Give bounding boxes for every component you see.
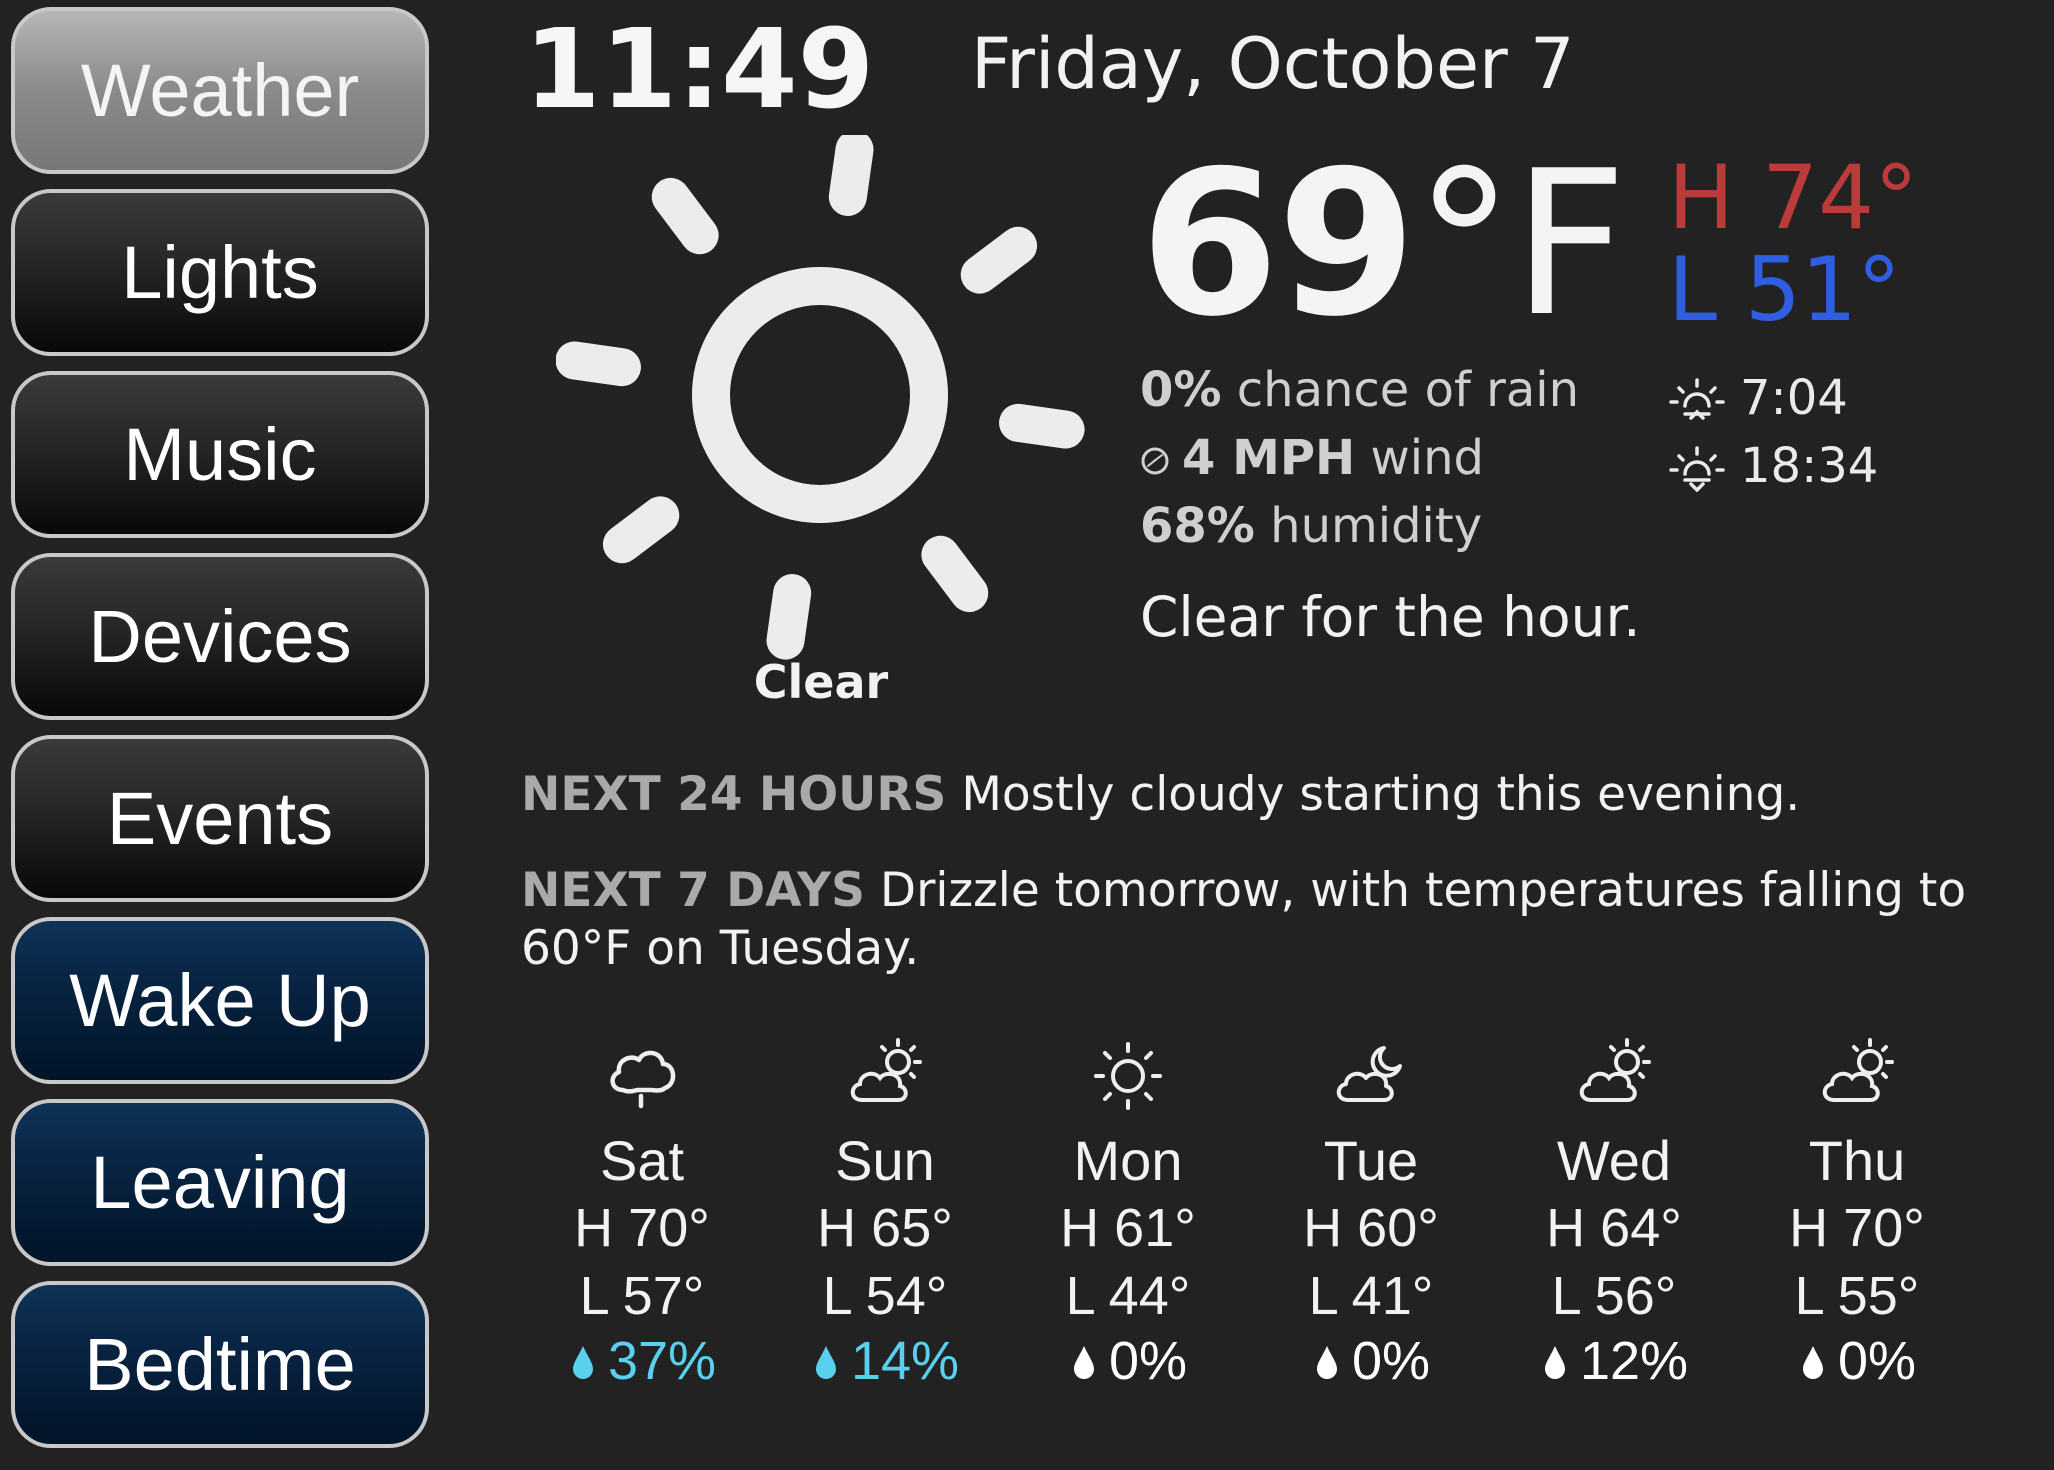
wind-speed: 4 MPH wind (1140, 430, 1484, 488)
rain-chance: 0% chance of rain (1140, 362, 1579, 420)
wind-direction-icon (1141, 447, 1169, 475)
forecast-day: Sat H 70° L 57° 37% (522, 1030, 762, 1392)
sun-ray (556, 341, 641, 387)
next-7-days-label: NEXT 7 DAYS (521, 863, 865, 918)
next-7-days-summary: NEXT 7 DAYS Drizzle tomorrow, with tempe… (521, 862, 2021, 978)
forecast-high: H 60° (1303, 1198, 1439, 1258)
forecast-high: H 70° (574, 1198, 710, 1258)
temperature-value: 69 (1140, 128, 1416, 361)
sun-ray (651, 177, 719, 255)
forecast-low: L 55° (1794, 1266, 1920, 1326)
forecast-precipitation: 37% (522, 1330, 762, 1392)
forecast-day-name: Thu (1808, 1129, 1906, 1192)
wind-speed-label: wind (1355, 430, 1484, 486)
sun-ray (766, 574, 812, 660)
partly-cloudy-day-icon (1822, 1038, 1894, 1102)
hour-summary: Clear for the hour. (1140, 585, 1641, 649)
next-24-hours-text: Mostly cloudy starting this evening. (946, 767, 1801, 822)
nav-button-lights[interactable]: Lights (11, 189, 429, 356)
sun-ray (960, 226, 1038, 294)
nav-button-weather[interactable]: Weather (11, 7, 429, 174)
forecast-day-name: Sat (599, 1129, 685, 1192)
current-temperature: 69°F (1140, 128, 1627, 361)
forecast-precipitation: 0% (1251, 1330, 1491, 1392)
forecast-low: L 54° (822, 1266, 948, 1326)
forecast-precipitation: 14% (765, 1330, 1005, 1392)
forecast-low: L 44° (1065, 1266, 1191, 1326)
next-24-hours-label: NEXT 24 HOURS (521, 767, 947, 822)
partly-cloudy-day-icon (850, 1038, 922, 1102)
raindrop-icon (1544, 1346, 1565, 1379)
raindrop-icon (815, 1346, 836, 1379)
forecast-day-name: Sun (835, 1129, 935, 1192)
forecast-day: Mon H 61° L 44° 0% (1008, 1030, 1248, 1392)
forecast-day-name: Mon (1073, 1129, 1183, 1192)
raindrop-icon (1073, 1346, 1094, 1379)
next-24-hours-summary: NEXT 24 HOURS Mostly cloudy starting thi… (521, 766, 2021, 824)
forecast-low: L 41° (1308, 1266, 1434, 1326)
raindrop-icon (572, 1346, 593, 1379)
clock-time: 11:49 (524, 5, 875, 133)
forecast-high: H 64° (1546, 1198, 1682, 1258)
sunrise-row: 7:04 (1666, 370, 1848, 428)
precip-value: 37% (607, 1331, 717, 1391)
current-condition-label: Clear (753, 655, 889, 709)
current-date: Friday, October 7 (971, 23, 1575, 105)
today-low: L 51° (1668, 238, 1901, 341)
sun-ray (999, 403, 1085, 449)
rain-chance-value: 0% (1140, 362, 1222, 418)
humidity-value: 68% (1140, 498, 1255, 554)
sun-ray (921, 535, 989, 613)
wind-speed-value: 4 MPH (1182, 430, 1356, 486)
humidity: 68% humidity (1140, 498, 1482, 556)
precip-value: 0% (1108, 1331, 1188, 1391)
nav-button-devices[interactable]: Devices (11, 553, 429, 720)
forecast-day: Thu H 70° L 55° 0% (1737, 1030, 1977, 1392)
raindrop-icon (1316, 1346, 1337, 1379)
rain-cloud-icon (610, 1050, 676, 1109)
forecast-low: L 56° (1551, 1266, 1677, 1326)
forecast-day: Wed H 64° L 56° 12% (1494, 1030, 1734, 1392)
forecast-high: H 65° (817, 1198, 953, 1258)
forecast-day: Sun H 65° L 54° 14% (765, 1030, 1005, 1392)
precip-value: 14% (850, 1331, 960, 1391)
forecast-day-name: Wed (1556, 1129, 1672, 1192)
forecast-high: H 70° (1789, 1198, 1925, 1258)
sun-ray (828, 135, 874, 216)
partly-cloudy-night-icon (1336, 1046, 1402, 1102)
forecast-precipitation: 0% (1737, 1330, 1977, 1392)
scene-button-bedtime[interactable]: Bedtime (11, 1281, 429, 1448)
sunrise-icon (1669, 378, 1725, 420)
clear-day-icon (1094, 1042, 1162, 1110)
precip-value: 12% (1579, 1331, 1689, 1391)
clear-day-sun-icon (556, 135, 1085, 660)
forecast-precipitation: 0% (1008, 1330, 1248, 1392)
forecast-low: L 57° (579, 1266, 705, 1326)
sunrise-time: 7:04 (1740, 370, 1848, 426)
partly-cloudy-day-icon (1579, 1038, 1651, 1102)
humidity-label: humidity (1254, 498, 1483, 554)
scene-button-wake-up[interactable]: Wake Up (11, 917, 429, 1084)
sun-ray (602, 496, 680, 564)
raindrop-icon (1802, 1346, 1823, 1379)
nav-button-events[interactable]: Events (11, 735, 429, 902)
today-high: H 74° (1668, 146, 1919, 249)
sunset-time: 18:34 (1740, 438, 1879, 494)
sunset-row: 18:34 (1666, 438, 1878, 496)
rain-chance-label: chance of rain (1221, 362, 1580, 418)
precip-value: 0% (1837, 1331, 1917, 1391)
forecast-day: Tue H 60° L 41° 0% (1251, 1030, 1491, 1392)
forecast-precipitation: 12% (1494, 1330, 1734, 1392)
precip-value: 0% (1351, 1331, 1431, 1391)
forecast-day-name: Tue (1323, 1129, 1419, 1192)
nav-button-music[interactable]: Music (11, 371, 429, 538)
forecast-high: H 61° (1060, 1198, 1196, 1258)
temperature-unit: °F (1414, 128, 1627, 361)
scene-button-leaving[interactable]: Leaving (11, 1099, 429, 1266)
sunset-icon (1669, 446, 1725, 492)
